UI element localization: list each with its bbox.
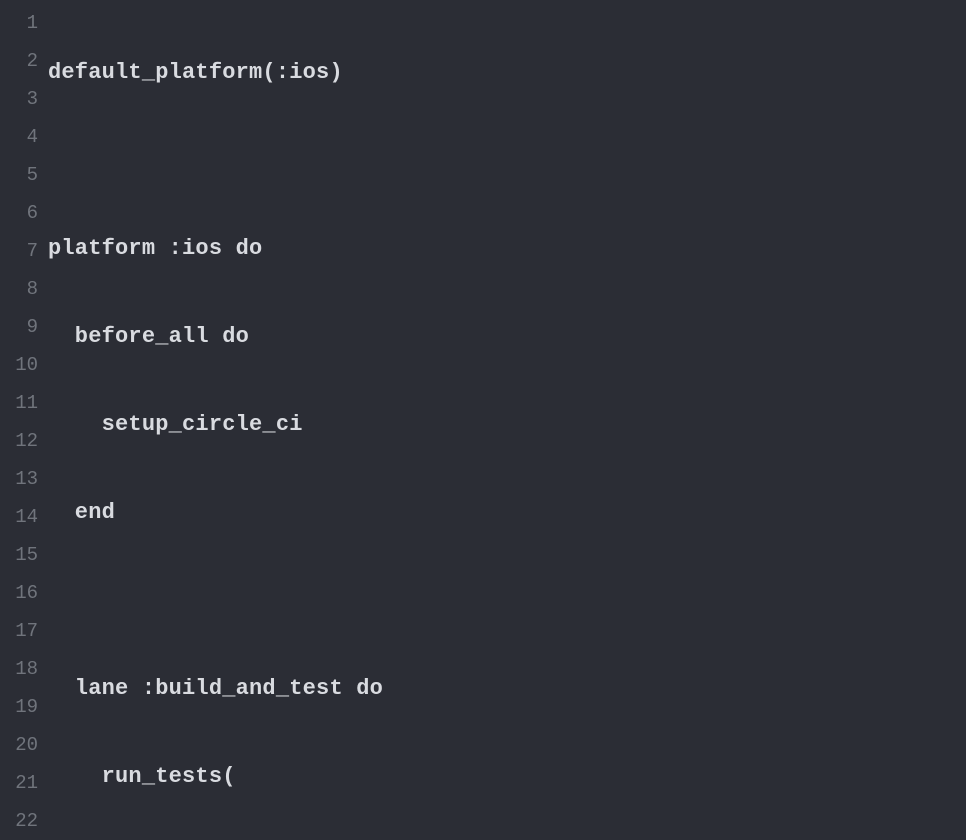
code-line <box>48 582 966 620</box>
line-number: 11 <box>0 384 38 422</box>
line-number: 4 <box>0 118 38 156</box>
code-line: setup_circle_ci <box>48 406 966 444</box>
line-number: 2 <box>0 42 38 80</box>
line-number: 13 <box>0 460 38 498</box>
line-number: 14 <box>0 498 38 536</box>
code-line: default_platform(:ios) <box>48 54 966 92</box>
line-number: 21 <box>0 764 38 802</box>
code-line <box>48 142 966 180</box>
line-number: 10 <box>0 346 38 384</box>
line-number: 7 <box>0 232 38 270</box>
line-number: 5 <box>0 156 38 194</box>
line-number: 16 <box>0 574 38 612</box>
line-number: 18 <box>0 650 38 688</box>
line-number: 15 <box>0 536 38 574</box>
code-line: end <box>48 494 966 532</box>
line-number: 20 <box>0 726 38 764</box>
line-number-gutter: 1 2 3 4 5 6 7 8 9 10 11 12 13 14 15 16 1… <box>0 4 48 840</box>
line-number: 1 <box>0 4 38 42</box>
line-number: 12 <box>0 422 38 460</box>
line-number: 22 <box>0 802 38 840</box>
code-content[interactable]: default_platform(:ios) platform :ios do … <box>48 4 966 840</box>
code-line: lane :build_and_test do <box>48 670 966 708</box>
line-number: 3 <box>0 80 38 118</box>
line-number: 6 <box>0 194 38 232</box>
line-number: 17 <box>0 612 38 650</box>
line-number: 9 <box>0 308 38 346</box>
code-line: before_all do <box>48 318 966 356</box>
code-block: 1 2 3 4 5 6 7 8 9 10 11 12 13 14 15 16 1… <box>0 0 966 840</box>
line-number: 8 <box>0 270 38 308</box>
code-line: platform :ios do <box>48 230 966 268</box>
line-number: 19 <box>0 688 38 726</box>
code-line: run_tests( <box>48 758 966 796</box>
